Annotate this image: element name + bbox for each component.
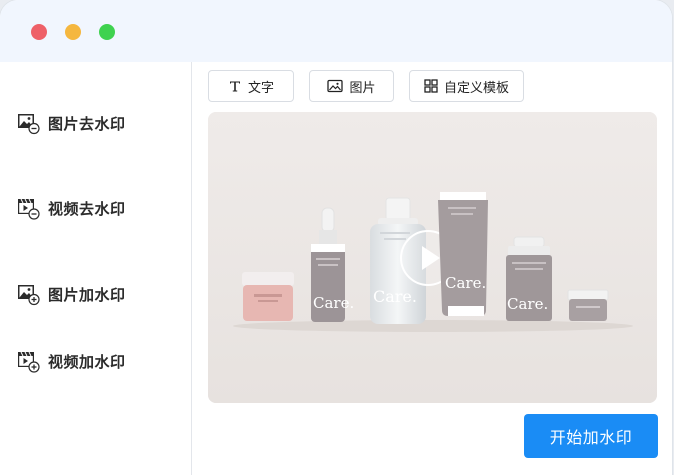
image-watermark-button[interactable]: 图片 [309,70,394,102]
image-minus-icon [18,114,40,135]
image-icon [327,79,344,93]
maximize-window-button[interactable] [99,24,115,40]
custom-template-button[interactable]: 自定义模板 [409,70,524,102]
brand-text-4: Care. [507,295,548,313]
text-watermark-button[interactable]: 文字 [208,70,294,102]
start-watermark-label: 开始加水印 [549,428,633,447]
sidebar-item-video-add-watermark[interactable]: 视频加水印 [16,348,126,374]
brand-text-2: Care. [373,287,417,306]
start-watermark-button[interactable]: 开始加水印 [524,414,658,458]
image-watermark-label: 图片 [349,80,376,96]
text-icon [229,81,240,92]
sidebar: 图片去水印 视频去水印 图片加水印 视频加水印 [0,62,192,475]
app-window: 图片去水印 视频去水印 图片加水印 视频加水印 文字 图片 自定义模板 Care… [0,0,672,475]
sidebar-item-image-add-watermark[interactable]: 图片加水印 [16,281,126,307]
title-bar [0,0,672,62]
sidebar-item-label: 视频加水印 [48,352,126,371]
brand-text-3: Care. [445,274,486,292]
video-minus-icon [18,198,40,220]
template-grid-icon [424,79,438,93]
sidebar-item-label: 图片加水印 [48,285,126,304]
product-photo: Care. Care. Care. Care. [208,112,657,403]
custom-template-label: 自定义模板 [443,80,509,96]
sidebar-item-label: 图片去水印 [48,114,126,133]
brand-text-1: Care. [313,294,354,312]
minimize-window-button[interactable] [65,24,81,40]
sidebar-item-image-remove-watermark[interactable]: 图片去水印 [16,110,126,136]
text-watermark-label: 文字 [247,80,274,96]
preview-area: Care. Care. Care. Care. [208,112,657,403]
sidebar-item-video-remove-watermark[interactable]: 视频去水印 [16,195,126,221]
close-window-button[interactable] [31,24,47,40]
sidebar-item-label: 视频去水印 [48,199,126,218]
image-plus-icon [18,285,40,306]
video-plus-icon [18,351,40,373]
